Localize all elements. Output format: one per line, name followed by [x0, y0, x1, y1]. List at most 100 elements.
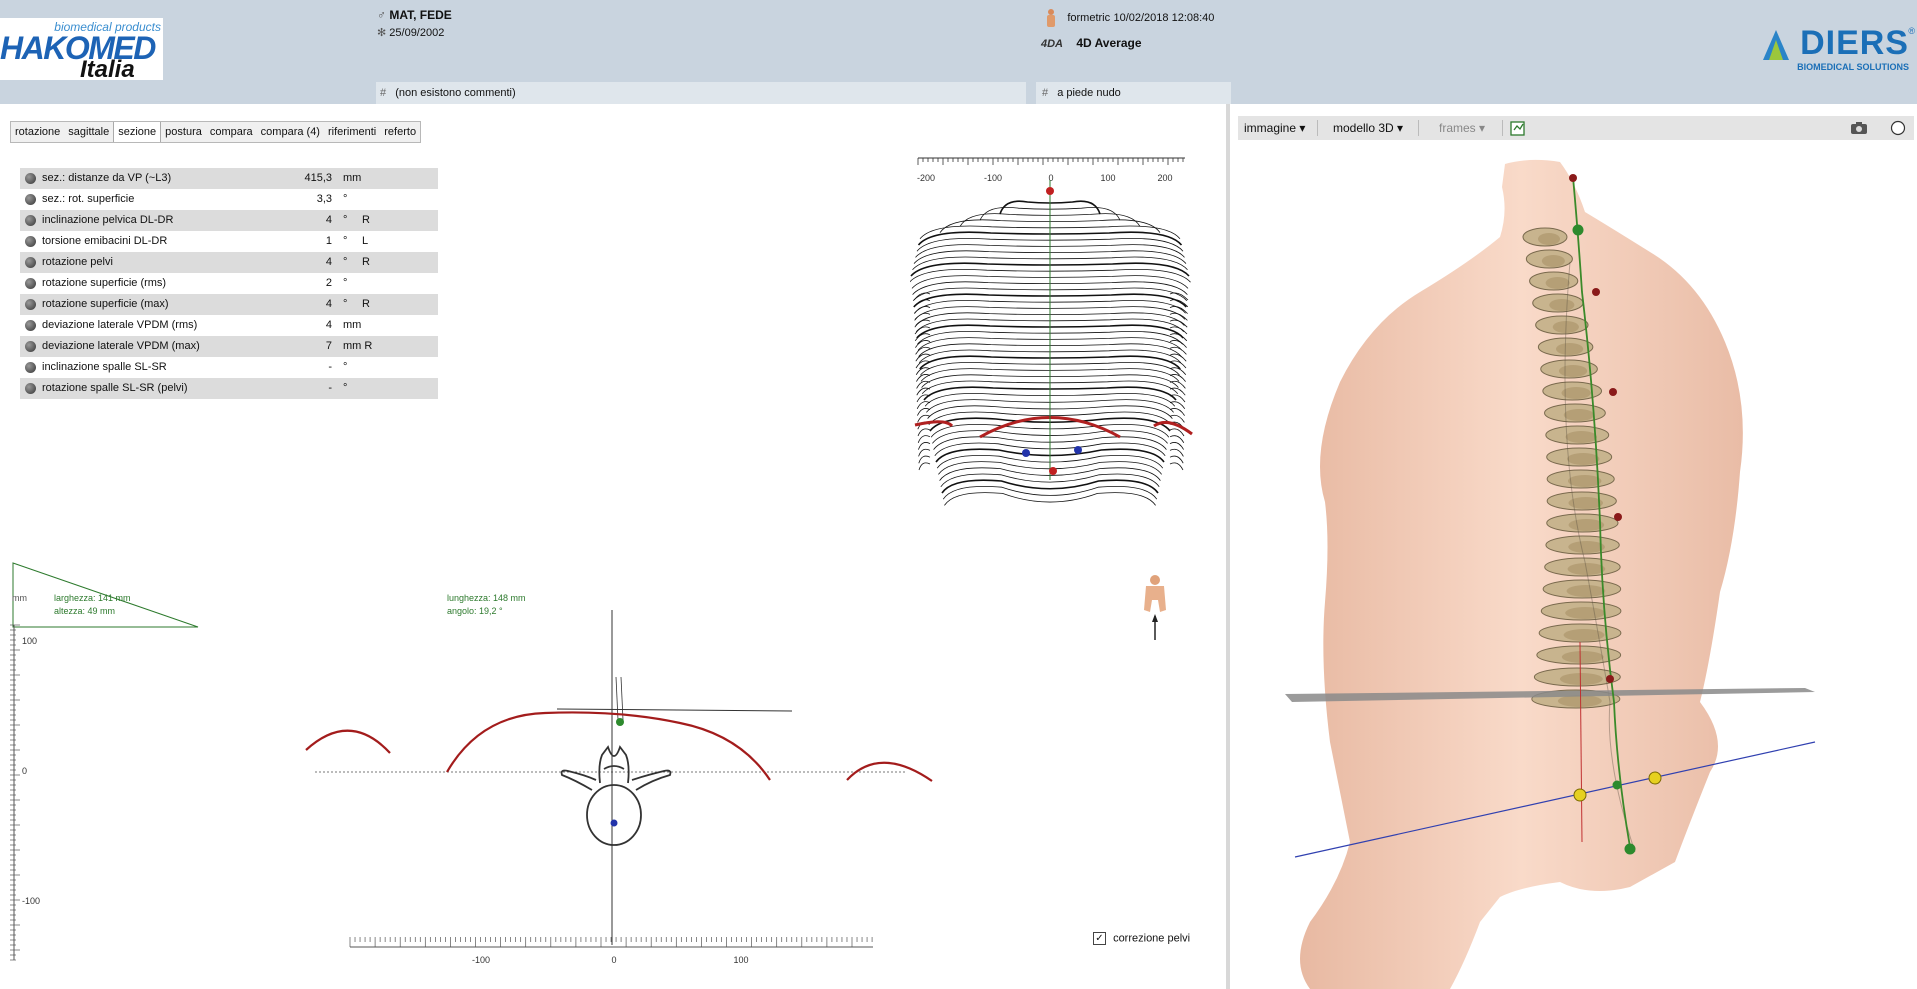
camera-icon[interactable]: [1850, 121, 1868, 135]
param-unit: °: [343, 235, 348, 247]
pelvis-correction-checkbox[interactable]: ✓: [1093, 932, 1106, 945]
triangle-width-label: larghezza: 141 mm: [54, 593, 131, 603]
circle-toggle-icon[interactable]: [1890, 120, 1906, 136]
param-row[interactable]: torsione emibacini DL-DR 1 ° L: [20, 231, 438, 252]
frames-menu[interactable]: frames ▾: [1439, 121, 1485, 135]
section-x-label: 0: [611, 955, 616, 965]
diers-logo: DIERS ® BIOMEDICAL SOLUTIONS: [1759, 24, 1915, 74]
param-bullet-icon: [25, 278, 36, 289]
section-y-label: 0: [22, 766, 27, 776]
contour-axis-ticks: [917, 158, 1184, 165]
param-bullet-icon: [25, 257, 36, 268]
3d-model-view[interactable]: [1230, 142, 1917, 989]
param-label: rotazione spalle SL-SR (pelvi): [42, 382, 188, 394]
param-label: deviazione laterale VPDM (max): [42, 340, 200, 352]
param-label: inclinazione spalle SL-SR: [42, 361, 167, 373]
param-value: -: [328, 361, 332, 373]
param-value: 415,3: [304, 172, 332, 184]
param-unit: °: [343, 361, 348, 373]
param-value: 4: [325, 256, 332, 268]
section-center-marker: [610, 819, 618, 827]
tab-postura[interactable]: postura: [161, 122, 206, 142]
param-value: 2: [325, 277, 332, 289]
param-row[interactable]: deviazione laterale VPDM (max) 7 mm R: [20, 336, 438, 357]
back-contour-view[interactable]: -200 -100 0 100 200: [910, 150, 1200, 570]
image-menu[interactable]: immagine ▾: [1244, 121, 1305, 135]
diers-registered: ®: [1908, 26, 1915, 36]
vp-point-marker: [1046, 187, 1054, 195]
section-curve-left-arm: [305, 729, 391, 754]
diers-brand: DIERS: [1800, 24, 1909, 62]
param-row[interactable]: rotazione superficie (rms) 2 °: [20, 273, 438, 294]
param-label: rotazione superficie (max): [42, 298, 169, 310]
hakomed-logo: biomedical products HAKOMED Italia: [0, 18, 163, 83]
param-value: 4: [325, 298, 332, 310]
tab-riferimenti[interactable]: riferimenti: [324, 122, 380, 142]
average-mode-label: 4D Average: [1076, 36, 1142, 50]
body-figure-icon: [1047, 9, 1055, 27]
param-value: 7: [325, 340, 332, 352]
pelvis-correction-option[interactable]: ✓ correzione pelvi: [1093, 932, 1190, 945]
diers-logo-mark-icon: [1763, 30, 1789, 60]
contour-red-line: [1153, 420, 1193, 436]
contour-x-tick: 200: [1157, 173, 1172, 183]
param-unit: °: [343, 277, 348, 289]
tab-compara-4[interactable]: compara (4): [257, 122, 324, 142]
param-value: -: [328, 382, 332, 394]
param-unit: mm: [343, 319, 362, 331]
param-row[interactable]: rotazione spalle SL-SR (pelvi) - °: [20, 378, 438, 399]
section-length-label: lunghezza: 148 mm: [447, 593, 526, 603]
body-3d-model: [1300, 159, 1743, 989]
param-label: rotazione pelvi: [42, 256, 113, 268]
dm-point-marker: [1049, 467, 1057, 475]
tab-referto[interactable]: referto: [380, 122, 420, 142]
param-row[interactable]: inclinazione spalle SL-SR - °: [20, 357, 438, 378]
birth-date: 25/09/2002: [389, 27, 445, 39]
view-tabs: rotazione sagittale sezione postura comp…: [10, 121, 422, 143]
dimple-right-marker: [1074, 446, 1082, 454]
comment-hash-icon: #: [380, 87, 387, 99]
param-value: 3,3: [316, 193, 332, 205]
comment-right[interactable]: # a piede nudo: [1036, 82, 1231, 104]
param-row[interactable]: inclinazione pelvica DL-DR 4 ° R: [20, 210, 438, 231]
gender-icon: ♂: [377, 8, 386, 22]
tab-compara[interactable]: compara: [206, 122, 257, 142]
param-bullet-icon: [25, 320, 36, 331]
param-row[interactable]: sez.: distanze da VP (~L3) 415,3 mm: [20, 168, 438, 189]
param-bullet-icon: [25, 215, 36, 226]
triangle-unit: mm: [12, 593, 27, 603]
3d-toolbar: immagine ▾ modello 3D ▾ frames ▾: [1238, 116, 1914, 140]
param-label: sez.: rot. superficie: [42, 193, 135, 205]
body-orientation-icon: [1144, 575, 1166, 640]
param-bullet-icon: [25, 299, 36, 310]
mode-row: 4DA 4D Average: [1041, 36, 1142, 50]
patient-birth-row: ✻ 25/09/2002: [377, 26, 444, 39]
dimple-left-marker: [1022, 449, 1030, 457]
param-bullet-icon: [25, 383, 36, 394]
model-3d-menu[interactable]: modello 3D ▾: [1333, 121, 1403, 135]
param-label: deviazione laterale VPDM (rms): [42, 319, 198, 331]
birth-icon: ✻: [377, 27, 387, 39]
tab-rotazione[interactable]: rotazione: [11, 122, 64, 142]
param-value: 4: [325, 214, 332, 226]
param-value: 1: [325, 235, 332, 247]
comment-text: a piede nudo: [1057, 87, 1121, 99]
param-row[interactable]: rotazione pelvi 4 ° R: [20, 252, 438, 273]
diers-subtitle: BIOMEDICAL SOLUTIONS: [1797, 62, 1909, 72]
param-row[interactable]: sez.: rot. superficie 3,3 °: [20, 189, 438, 210]
vertebra-icon: [560, 745, 672, 846]
tab-sezione[interactable]: sezione: [113, 122, 162, 142]
comment-left[interactable]: # (non esistono commenti): [376, 82, 1026, 104]
contour-x-tick: -100: [984, 173, 1002, 183]
param-bullet-icon: [25, 362, 36, 373]
section-x-ticks: [349, 937, 873, 947]
param-row[interactable]: deviazione laterale VPDM (rms) 4 mm: [20, 315, 438, 336]
parameter-table: sez.: distanze da VP (~L3) 415,3 mm sez.: …: [20, 168, 438, 399]
section-vertebra-top-marker: [616, 718, 624, 726]
section-view[interactable]: 100 0 -100 -100 0 100: [0, 605, 1000, 965]
param-row[interactable]: rotazione superficie (max) 4 ° R: [20, 294, 438, 315]
export-icon[interactable]: [1510, 120, 1526, 136]
tab-sagittale[interactable]: sagittale: [64, 122, 113, 142]
param-unit: °: [343, 382, 348, 394]
comment-text: (non esistono commenti): [395, 87, 516, 99]
